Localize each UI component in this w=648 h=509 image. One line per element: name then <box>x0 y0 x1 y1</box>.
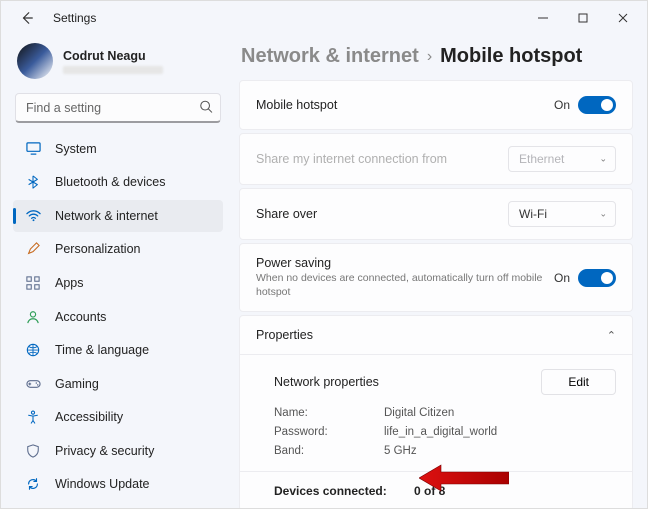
sidebar-item-gaming[interactable]: Gaming <box>13 368 223 400</box>
user-email-blurred <box>63 66 163 74</box>
properties-body: Network properties Edit Name: Digital Ci… <box>240 354 632 471</box>
sidebar-item-label: Privacy & security <box>55 444 154 458</box>
power-saving-card: Power saving When no devices are connect… <box>239 243 633 312</box>
sidebar-item-label: Windows Update <box>55 477 150 491</box>
property-list: Name: Digital Citizen Password: life_in_… <box>274 407 616 457</box>
properties-header[interactable]: Properties ⌃ <box>240 316 632 354</box>
content: Codrut Neagu System Bluetooth & devices … <box>1 35 647 508</box>
prop-key-name: Name: <box>274 407 384 419</box>
sidebar-item-label: Network & internet <box>55 209 158 223</box>
arrow-left-icon <box>20 11 34 25</box>
sidebar-item-label: Bluetooth & devices <box>55 175 166 189</box>
prop-key-password: Password: <box>274 426 384 438</box>
window-controls <box>523 4 643 32</box>
nav-list: System Bluetooth & devices Network & int… <box>13 133 223 500</box>
close-icon <box>618 13 628 23</box>
sidebar-item-label: Accounts <box>55 310 106 324</box>
chevron-down-icon: ⌄ <box>599 209 607 220</box>
prop-key-band: Band: <box>274 445 384 457</box>
update-icon <box>25 476 41 492</box>
accessibility-icon <box>25 409 41 425</box>
devices-value: 0 of 8 <box>414 484 445 498</box>
prop-val-name: Digital Citizen <box>384 407 616 419</box>
person-icon <box>25 309 41 325</box>
prop-val-band: 5 GHz <box>384 445 616 457</box>
properties-expander: Properties ⌃ Network properties Edit Nam… <box>239 315 633 508</box>
card-label: Share my internet connection from <box>256 152 447 166</box>
prop-val-password: life_in_a_digital_world <box>384 426 616 438</box>
avatar <box>17 43 53 79</box>
sidebar-item-privacy[interactable]: Privacy & security <box>13 435 223 467</box>
minimize-icon <box>538 13 548 23</box>
bluetooth-icon <box>25 174 41 190</box>
back-button[interactable] <box>13 4 41 32</box>
search-icon <box>199 100 213 117</box>
sidebar-item-label: Time & language <box>55 343 149 357</box>
section-title: Network properties <box>274 375 541 389</box>
share-over-select[interactable]: Wi-Fi ⌄ <box>508 201 616 227</box>
sidebar-item-time[interactable]: Time & language <box>13 334 223 366</box>
mobile-hotspot-card: Mobile hotspot On <box>239 80 633 130</box>
chevron-down-icon: ⌄ <box>599 154 607 165</box>
card-subtext: When no devices are connected, automatic… <box>256 272 546 299</box>
sidebar-item-accessibility[interactable]: Accessibility <box>13 401 223 433</box>
sidebar-item-apps[interactable]: Apps <box>13 267 223 299</box>
gamepad-icon <box>25 376 41 392</box>
card-label: Power saving <box>256 256 546 270</box>
main-panel: Network & internet › Mobile hotspot Mobi… <box>231 35 647 508</box>
network-properties-row: Network properties Edit <box>274 369 616 395</box>
sidebar-item-update[interactable]: Windows Update <box>13 468 223 500</box>
user-account-row[interactable]: Codrut Neagu <box>13 39 223 89</box>
titlebar: Settings <box>1 1 647 35</box>
card-label: Share over <box>256 207 317 221</box>
close-button[interactable] <box>603 4 643 32</box>
card-label: Properties <box>256 328 313 342</box>
sidebar-item-network[interactable]: Network & internet <box>13 200 223 232</box>
chevron-right-icon: › <box>427 48 432 66</box>
page-title: Mobile hotspot <box>440 45 582 68</box>
breadcrumb-parent[interactable]: Network & internet <box>241 45 419 68</box>
minimize-button[interactable] <box>523 4 563 32</box>
sidebar-item-label: Gaming <box>55 377 99 391</box>
search-wrap <box>15 93 221 123</box>
share-from-select: Ethernet ⌄ <box>508 146 616 172</box>
globe-icon <box>25 342 41 358</box>
wifi-icon <box>25 208 41 224</box>
devices-connected-row: Devices connected: 0 of 8 <box>240 472 632 508</box>
toggle-state-text: On <box>554 271 570 285</box>
devices-label: Devices connected: <box>274 484 414 498</box>
search-input[interactable] <box>15 93 221 123</box>
sidebar-item-label: Personalization <box>55 242 140 256</box>
maximize-button[interactable] <box>563 4 603 32</box>
sidebar-item-label: System <box>55 142 97 156</box>
chevron-up-icon: ⌃ <box>607 329 616 342</box>
window-title: Settings <box>53 11 96 25</box>
shield-icon <box>25 443 41 459</box>
sidebar-item-accounts[interactable]: Accounts <box>13 301 223 333</box>
toggle-state-text: On <box>554 98 570 112</box>
power-saving-toggle[interactable] <box>578 269 616 287</box>
brush-icon <box>25 241 41 257</box>
user-name: Codrut Neagu <box>63 49 163 63</box>
select-value: Ethernet <box>519 152 564 166</box>
sidebar-item-system[interactable]: System <box>13 133 223 165</box>
sidebar: Codrut Neagu System Bluetooth & devices … <box>1 35 231 508</box>
sidebar-item-label: Accessibility <box>55 410 123 424</box>
card-label: Mobile hotspot <box>256 98 337 112</box>
maximize-icon <box>578 13 588 23</box>
settings-stack: Mobile hotspot On Share my internet conn… <box>239 80 633 508</box>
mobile-hotspot-toggle[interactable] <box>578 96 616 114</box>
user-info: Codrut Neagu <box>53 49 163 74</box>
share-over-card: Share over Wi-Fi ⌄ <box>239 188 633 240</box>
sidebar-item-label: Apps <box>55 276 84 290</box>
share-from-card: Share my internet connection from Ethern… <box>239 133 633 185</box>
breadcrumb: Network & internet › Mobile hotspot <box>241 45 633 68</box>
edit-button[interactable]: Edit <box>541 369 616 395</box>
sidebar-item-personalization[interactable]: Personalization <box>13 234 223 266</box>
select-value: Wi-Fi <box>519 207 547 221</box>
sidebar-item-bluetooth[interactable]: Bluetooth & devices <box>13 167 223 199</box>
apps-icon <box>25 275 41 291</box>
system-icon <box>25 141 41 157</box>
